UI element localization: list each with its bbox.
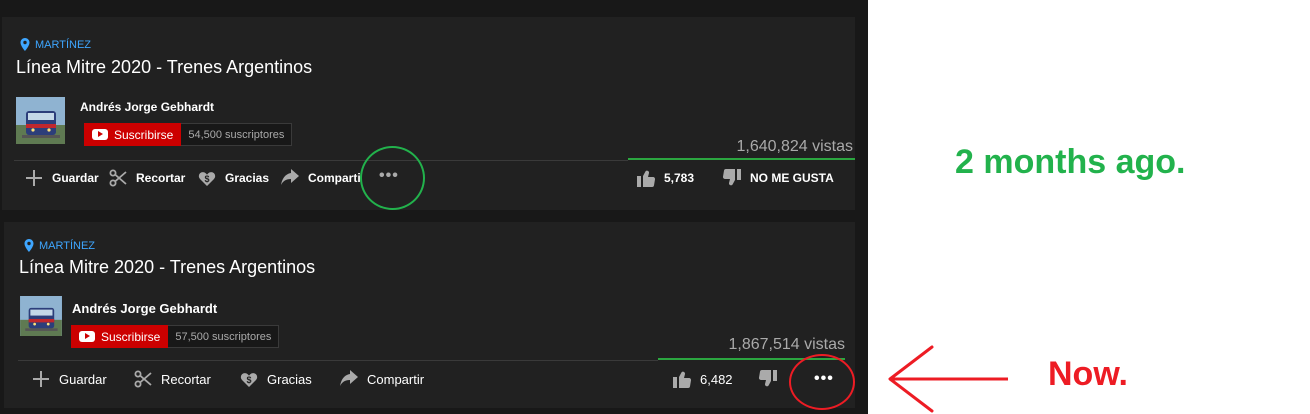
video-info-card-old: MARTÍNEZ Línea Mitre 2020 - Trenes Argen… xyxy=(2,17,855,210)
dislike-button[interactable]: NO ME GUSTA xyxy=(722,168,834,188)
dislike-button[interactable] xyxy=(758,369,778,389)
channel-avatar[interactable] xyxy=(20,296,62,336)
youtube-icon xyxy=(79,331,95,342)
like-button[interactable]: 6,482 xyxy=(672,369,733,389)
channel-name[interactable]: Andrés Jorge Gebhardt xyxy=(72,301,217,316)
view-count: 1,640,824 vistas xyxy=(736,138,853,155)
thanks-icon: $ xyxy=(240,373,258,387)
thanks-label: Gracias xyxy=(225,171,270,185)
subscriber-count: 57,500 suscriptores xyxy=(168,325,280,348)
like-button[interactable]: 5,783 xyxy=(636,168,694,188)
save-label: Guardar xyxy=(52,171,99,185)
divider xyxy=(14,160,628,161)
plus-icon xyxy=(26,170,42,186)
sentiment-bar xyxy=(628,158,855,160)
svg-text:$: $ xyxy=(204,174,209,184)
share-button[interactable]: Comparti xyxy=(280,168,361,188)
location-label: MARTÍNEZ xyxy=(35,38,92,51)
clip-button[interactable]: Recortar xyxy=(108,168,185,188)
view-count: 1,867,514 vistas xyxy=(728,336,845,353)
thumbs-down-icon xyxy=(758,369,777,387)
location-pin-icon xyxy=(24,239,34,252)
save-button[interactable]: Guardar xyxy=(24,168,99,188)
svg-text:$: $ xyxy=(246,375,251,385)
location-link[interactable]: MARTÍNEZ xyxy=(20,38,91,51)
highlight-circle-new xyxy=(789,354,855,410)
subscribe-label: Suscribirse xyxy=(101,329,161,344)
subscriber-count: 54,500 suscriptores xyxy=(181,123,293,146)
annotation-2-months-ago: 2 months ago. xyxy=(955,143,1186,181)
subscribe-widget[interactable]: Suscribirse 54,500 suscriptores xyxy=(84,123,293,146)
location-label: MARTÍNEZ xyxy=(39,239,96,252)
save-label: Guardar xyxy=(59,371,107,387)
subscribe-label: Suscribirse xyxy=(114,127,174,142)
share-label: Comparti xyxy=(308,171,361,185)
location-pin-icon xyxy=(20,38,30,51)
dislike-label: NO ME GUSTA xyxy=(750,171,834,185)
plus-icon xyxy=(33,371,49,387)
arrow-icon xyxy=(888,345,1008,413)
thanks-label: Gracias xyxy=(267,371,312,387)
subscribe-button[interactable]: Suscribirse xyxy=(84,123,182,146)
subscribe-button[interactable]: Suscribirse xyxy=(71,325,169,348)
video-title: Línea Mitre 2020 - Trenes Argentinos xyxy=(16,57,313,77)
clip-button[interactable]: Recortar xyxy=(133,369,211,389)
clip-label: Recortar xyxy=(161,371,211,387)
clip-label: Recortar xyxy=(136,171,186,185)
scissors-icon xyxy=(109,169,127,187)
divider xyxy=(18,360,658,361)
share-icon xyxy=(340,370,358,386)
train-avatar-image xyxy=(16,97,65,144)
subscribe-widget[interactable]: Suscribirse 57,500 suscriptores xyxy=(71,325,280,348)
like-count: 6,482 xyxy=(700,371,733,387)
train-avatar-image xyxy=(20,296,62,336)
annotation-now: Now. xyxy=(1048,355,1128,393)
save-button[interactable]: Guardar xyxy=(31,369,107,389)
highlight-circle-old xyxy=(360,146,425,210)
thumbs-up-icon xyxy=(673,371,692,389)
thanks-icon: $ xyxy=(198,172,216,186)
video-info-card-new: MARTÍNEZ Línea Mitre 2020 - Trenes Argen… xyxy=(4,222,855,408)
share-button[interactable]: Compartir xyxy=(339,369,424,389)
thumbs-down-icon xyxy=(722,168,741,186)
thumbs-up-icon xyxy=(637,170,656,188)
thanks-button[interactable]: $ Gracias xyxy=(197,168,269,188)
channel-name[interactable]: Andrés Jorge Gebhardt xyxy=(80,100,214,114)
video-title: Línea Mitre 2020 - Trenes Argentinos xyxy=(19,257,316,277)
like-count: 5,783 xyxy=(664,171,695,185)
channel-avatar[interactable] xyxy=(16,97,65,144)
thanks-button[interactable]: $ Gracias xyxy=(239,369,312,389)
share-icon xyxy=(281,169,299,185)
share-label: Compartir xyxy=(367,371,425,387)
location-link[interactable]: MARTÍNEZ xyxy=(24,239,95,252)
youtube-icon xyxy=(92,129,108,140)
scissors-icon xyxy=(134,370,152,388)
